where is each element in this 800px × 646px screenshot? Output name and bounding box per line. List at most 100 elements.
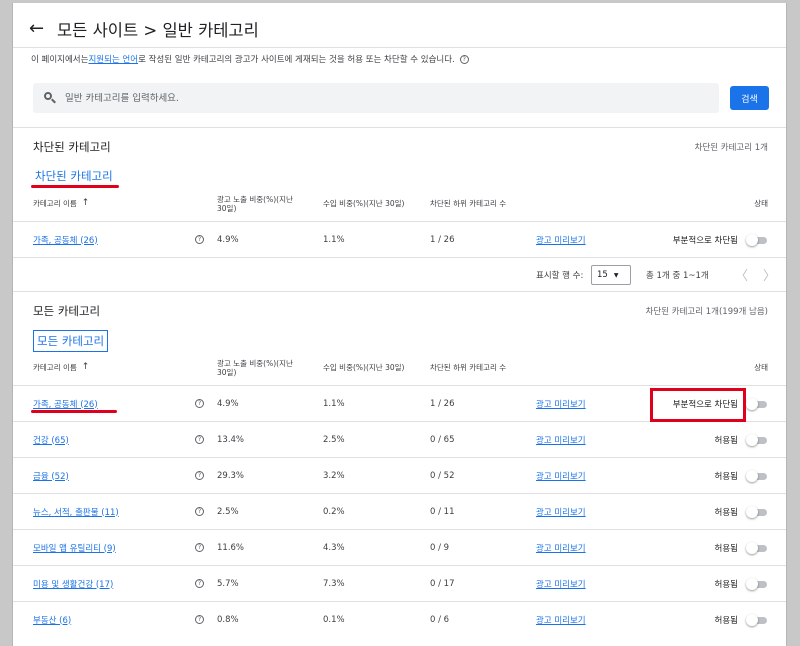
block-toggle[interactable] [746, 566, 768, 601]
impressions-value: 5.7% [217, 578, 239, 589]
column-header-status: 상태 [754, 199, 768, 209]
column-header-name[interactable]: 카테고리 이름 ↑ [33, 189, 89, 219]
category-name-link[interactable]: 미용 및 생활건강 (17) [33, 566, 113, 601]
block-toggle[interactable] [746, 422, 768, 457]
help-circle-icon[interactable]: ? [195, 386, 204, 421]
table-header: 카테고리 이름 ↑ 광고 노출 비중(%)(지난 30일) 수입 비중(%)(지난 … [33, 189, 768, 219]
status-text: 허용됨 [714, 471, 738, 482]
column-header-subcategories: 차단된 하위 카테고리 수 [430, 199, 507, 209]
table-row: 모바일 앱 유틸리티 (9)? 11.6% 4.3% 0 / 9 광고 미리보기 허용됨 [13, 529, 786, 565]
ad-preview-link[interactable]: 광고 미리보기 [536, 222, 586, 257]
block-toggle[interactable] [746, 530, 768, 565]
page-header: ← 모든 사이트 > 일반 카테고리 [29, 15, 259, 43]
all-section-title: 모든 카테고리 [33, 304, 101, 318]
impressions-value: 29.3% [217, 470, 245, 481]
blocked-count: 차단된 카테고리 1개 [694, 143, 768, 153]
help-circle-icon[interactable]: ? [195, 566, 204, 601]
subcategories-value: 1 / 26 [430, 234, 455, 245]
table-header: 카테고리 이름 ↑ 광고 노출 비중(%)(지난 30일) 수입 비중(%)(지난 … [33, 353, 768, 383]
help-circle-icon[interactable]: ? [195, 494, 204, 529]
column-header-revenue: 수입 비중(%)(지난 30일) [323, 363, 405, 373]
status-text: 부분적으로 차단됨 [672, 235, 738, 246]
page-title: 모든 사이트 > 일반 카테고리 [57, 21, 259, 40]
subcategories-value: 0 / 52 [430, 470, 455, 481]
supported-languages-link[interactable]: 지원되는 언어 [88, 53, 138, 65]
help-circle-icon[interactable]: ? [195, 602, 204, 637]
chevron-right-icon[interactable]: 〉 [763, 258, 776, 291]
revenue-value: 1.1% [323, 398, 345, 409]
help-circle-icon[interactable]: ? [195, 422, 204, 457]
revenue-value: 1.1% [323, 234, 345, 245]
revenue-value: 4.3% [323, 542, 345, 553]
annotation-underline [31, 410, 117, 413]
status-text: 허용됨 [714, 579, 738, 590]
ad-preview-link[interactable]: 광고 미리보기 [536, 494, 586, 529]
category-name-link[interactable]: 가족, 공동체 (26) [33, 222, 98, 257]
category-name-link[interactable]: 금융 (52) [33, 458, 69, 493]
block-toggle[interactable] [746, 458, 768, 493]
annotation-underline [31, 185, 119, 188]
subcategories-value: 0 / 11 [430, 506, 455, 517]
tab-all-categories[interactable]: 모든 카테고리 [33, 330, 109, 352]
block-toggle[interactable] [746, 222, 768, 257]
status-text: 허용됨 [714, 435, 738, 446]
search-icon [43, 91, 57, 105]
category-name-link[interactable]: 건강 (65) [33, 422, 69, 457]
table-row: 가족, 공동체 (26) ? 4.9% 1.1% 1 / 26 광고 미리보기 … [13, 221, 786, 257]
revenue-value: 7.3% [323, 578, 345, 589]
subcategories-value: 0 / 6 [430, 614, 450, 625]
chevron-left-icon[interactable]: 〈 [735, 258, 748, 291]
block-toggle[interactable] [746, 602, 768, 637]
table-row: 건강 (65)? 13.4% 2.5% 0 / 65 광고 미리보기 허용됨 [13, 421, 786, 457]
search-bar [33, 83, 719, 113]
help-circle-icon[interactable]: ? [195, 458, 204, 493]
ad-preview-link[interactable]: 광고 미리보기 [536, 386, 586, 421]
ad-preview-link[interactable]: 광고 미리보기 [536, 458, 586, 493]
revenue-value: 0.1% [323, 614, 345, 625]
ad-preview-link[interactable]: 광고 미리보기 [536, 530, 586, 565]
revenue-value: 3.2% [323, 470, 345, 481]
category-name-link[interactable]: 가족, 공동체 (26) [33, 386, 98, 421]
impressions-value: 13.4% [217, 434, 245, 445]
block-toggle[interactable] [746, 386, 768, 421]
category-name-link[interactable]: 부동산 (6) [33, 602, 71, 637]
rows-per-page-select[interactable]: 15 ▼ [591, 265, 631, 285]
sort-arrow-up-icon[interactable]: ↑ [82, 362, 90, 373]
ad-preview-link[interactable]: 광고 미리보기 [536, 566, 586, 601]
divider [13, 291, 786, 292]
ad-preview-link[interactable]: 광고 미리보기 [536, 422, 586, 457]
block-toggle[interactable] [746, 494, 768, 529]
status-text: 허용됨 [714, 507, 738, 518]
subcategories-value: 0 / 17 [430, 578, 455, 589]
revenue-value: 0.2% [323, 506, 345, 517]
table-row: 금융 (52)? 29.3% 3.2% 0 / 52 광고 미리보기 허용됨 [13, 457, 786, 493]
rows-per-page-label: 표시할 행 수: [536, 270, 584, 281]
search-input[interactable] [65, 92, 665, 104]
impressions-value: 0.8% [217, 614, 239, 625]
page-description: 이 페이지에서는 지원되는 언어 로 작성된 일반 카테고리의 광고가 사이트에… [31, 53, 469, 65]
all-count: 차단된 카테고리 1개(199개 남음) [645, 307, 768, 317]
revenue-value: 2.5% [323, 434, 345, 445]
table-row: 부동산 (6)? 0.8% 0.1% 0 / 6 광고 미리보기 허용됨 [13, 601, 786, 637]
category-name-link[interactable]: 뉴스, 서적, 출판물 (11) [33, 494, 119, 529]
subcategories-value: 0 / 9 [430, 542, 450, 553]
search-button[interactable]: 검색 [730, 86, 769, 110]
pagination-bar: 표시할 행 수: 15 ▼ 총 1개 중 1~1개 〈 〉 [13, 257, 786, 291]
help-circle-icon[interactable]: ? [195, 222, 204, 257]
subcategories-value: 1 / 26 [430, 398, 455, 409]
category-name-link[interactable]: 모바일 앱 유틸리티 (9) [33, 530, 116, 565]
divider [13, 127, 786, 128]
sort-arrow-up-icon[interactable]: ↑ [82, 198, 90, 209]
column-header-name[interactable]: 카테고리 이름 ↑ [33, 353, 89, 383]
tab-blocked-categories[interactable]: 차단된 카테고리 [33, 166, 115, 186]
arrow-left-icon[interactable]: ← [29, 20, 45, 38]
status-text: 허용됨 [714, 543, 738, 554]
impressions-value: 2.5% [217, 506, 239, 517]
help-circle-icon[interactable]: ? [459, 54, 469, 64]
help-circle-icon[interactable]: ? [195, 530, 204, 565]
description-text: 로 작성된 일반 카테고리의 광고가 사이트에 게재되는 것을 허용 또는 차단… [138, 55, 455, 65]
ad-preview-link[interactable]: 광고 미리보기 [536, 602, 586, 637]
page: ← 모든 사이트 > 일반 카테고리 이 페이지에서는 지원되는 언어 로 작성… [12, 3, 787, 646]
impressions-value: 11.6% [217, 542, 245, 553]
divider [13, 47, 786, 48]
